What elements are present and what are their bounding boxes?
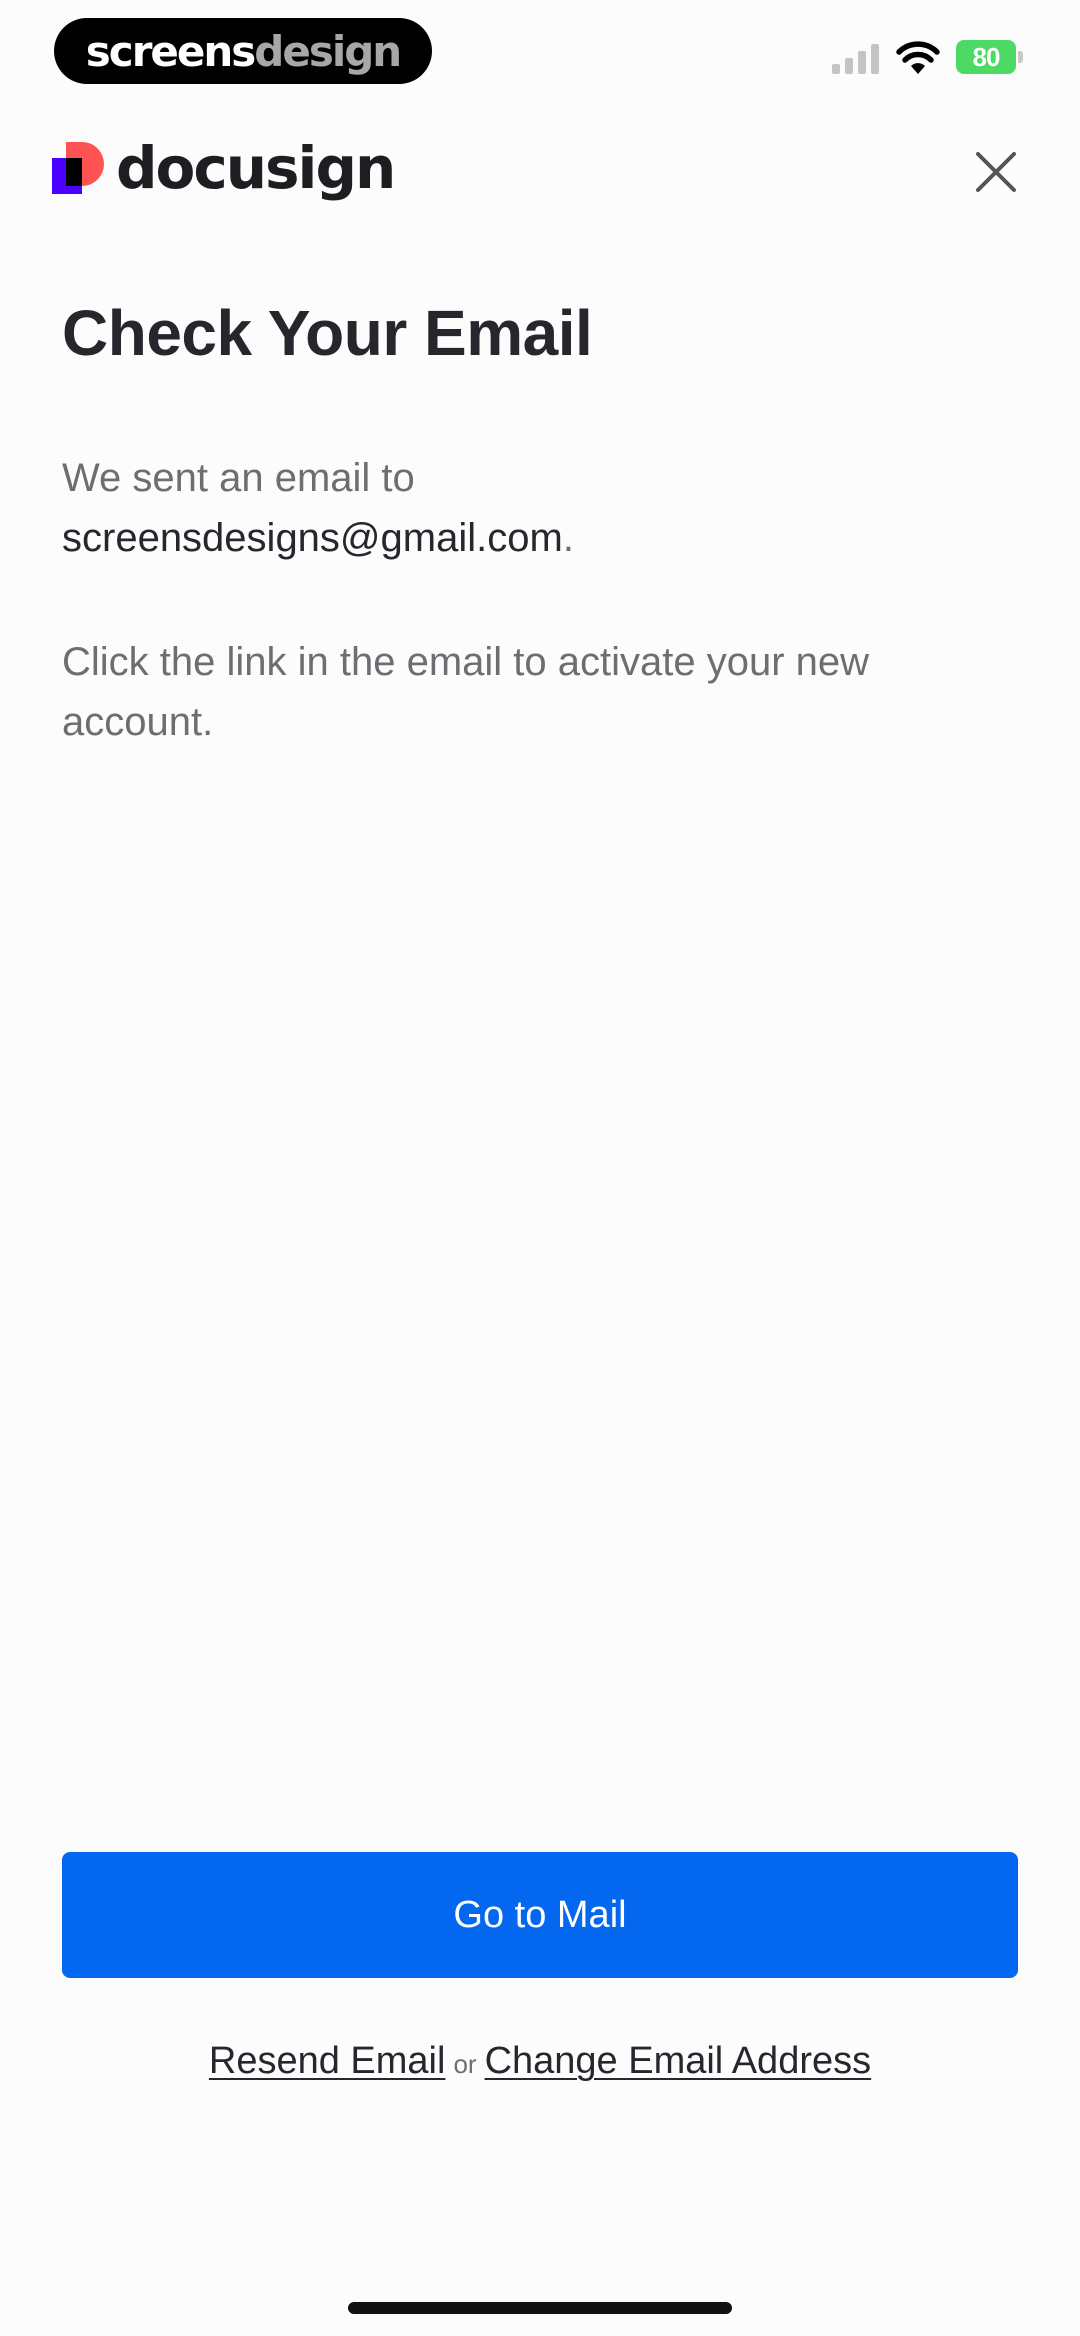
status-bar: screens design 80 bbox=[0, 0, 1080, 110]
battery-tip bbox=[1018, 51, 1023, 63]
change-email-link[interactable]: Change Email Address bbox=[485, 2040, 872, 2082]
go-to-mail-button[interactable]: Go to Mail bbox=[62, 1852, 1018, 1978]
home-indicator bbox=[348, 2302, 732, 2314]
battery-level: 80 bbox=[956, 40, 1016, 74]
battery-indicator: 80 bbox=[956, 40, 1024, 74]
close-icon[interactable] bbox=[972, 148, 1020, 196]
email-address: screensdesigns@gmail.com bbox=[62, 516, 563, 560]
docusign-logo: docusign bbox=[52, 134, 396, 202]
signal-icon bbox=[832, 44, 879, 74]
wifi-icon bbox=[896, 41, 940, 74]
instruction-text: Click the link in the email to activate … bbox=[62, 640, 870, 744]
screensdesign-badge: screens design bbox=[54, 18, 432, 84]
page-title: Check Your Email bbox=[62, 297, 593, 369]
email-suffix: . bbox=[562, 516, 574, 560]
secondary-links: Resend Email or Change Email Address bbox=[0, 2040, 1080, 2083]
or-separator: or bbox=[453, 2049, 477, 2079]
sent-prefix: We sent an email to bbox=[62, 456, 415, 500]
sent-message: We sent an email to screensdesigns@gmail… bbox=[62, 448, 1022, 568]
brand-part1: screens bbox=[85, 26, 256, 76]
docusign-logo-icon bbox=[52, 142, 104, 194]
resend-email-link[interactable]: Resend Email bbox=[209, 2040, 446, 2082]
brand-part2: design bbox=[254, 26, 402, 76]
logo-wordmark: docusign bbox=[116, 134, 396, 202]
